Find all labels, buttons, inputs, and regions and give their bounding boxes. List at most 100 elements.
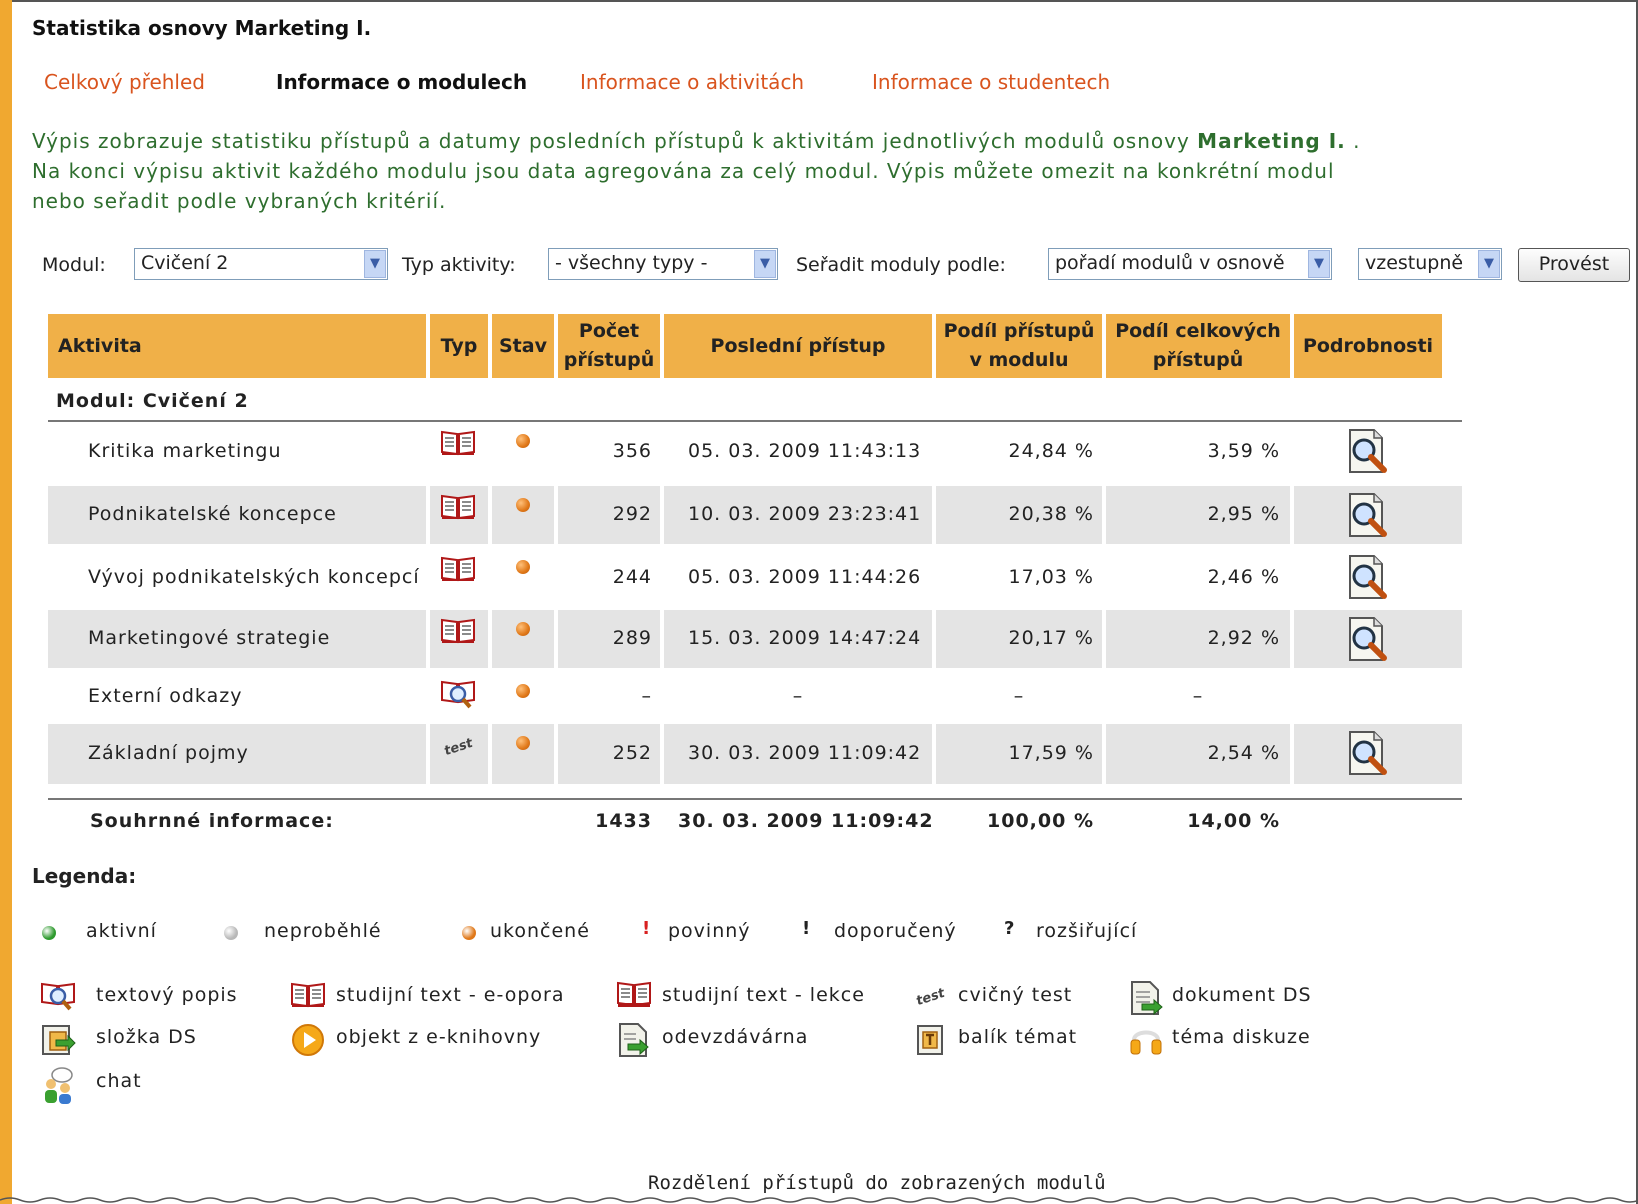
column-separator — [1102, 486, 1106, 544]
column-separator — [660, 610, 664, 668]
topics-package-icon — [912, 1022, 948, 1062]
activity-type-select[interactable]: - všechny typy - ▼ — [548, 248, 778, 280]
play-icon — [290, 1022, 326, 1062]
tab-modules[interactable]: Informace o modulech — [276, 70, 527, 94]
header-activity: Aktivita — [48, 314, 426, 378]
header-details: Podrobnosti — [1294, 314, 1442, 378]
activity-name[interactable]: Vývoj podnikatelských koncepcí — [88, 566, 420, 588]
details-icon[interactable] — [1344, 730, 1390, 780]
header-share-total-line1: Podíl celkových — [1115, 320, 1281, 342]
header-last-access: Poslední přístup — [664, 314, 932, 378]
summary-label: Souhrnné informace: — [90, 810, 334, 832]
legend-type-label: dokument DS — [1172, 984, 1312, 1006]
activity-name[interactable]: Kritika marketingu — [88, 440, 281, 462]
chevron-down-icon[interactable]: ▼ — [364, 250, 386, 278]
sort-select[interactable]: pořadí modulů v osnově ▼ — [1048, 248, 1332, 280]
activity-name[interactable]: Základní pojmy — [88, 742, 249, 764]
table-divider — [48, 798, 1462, 800]
chat-icon — [40, 1066, 76, 1110]
activity-name[interactable]: Externí odkazy — [88, 685, 242, 707]
description-line3: nebo seřadit podle vybraných kritérií. — [32, 189, 447, 213]
svg-text:test: test — [442, 736, 475, 756]
submit-icon — [616, 1022, 652, 1062]
last-access: 10. 03. 2009 23:23:41 — [688, 503, 922, 525]
module-select[interactable]: Cvičení 2 ▼ — [134, 248, 388, 280]
book-icon — [440, 492, 476, 524]
last-access: 30. 03. 2009 11:09:42 — [688, 742, 922, 764]
header-count-line2: přístupů — [563, 349, 655, 371]
table-divider — [48, 420, 1462, 422]
chevron-down-icon[interactable]: ▼ — [1308, 250, 1330, 278]
status-finished-icon — [516, 684, 530, 698]
content: Statistika osnovy Marketing I. Celkový p… — [12, 0, 1636, 1204]
share-module: 20,38 % — [1008, 503, 1094, 525]
summary-count: 1433 — [595, 810, 652, 832]
header-share-module: Podíl přístupů v modulu — [936, 314, 1102, 378]
left-accent-bar — [0, 0, 12, 1204]
header-share-module-line2: v modulu — [969, 349, 1069, 371]
svg-text:test: test — [914, 986, 947, 1006]
header-share-module-line1: Podíl přístupů — [943, 320, 1095, 342]
last-access: – — [792, 685, 804, 707]
details-icon[interactable] — [1344, 492, 1390, 542]
book-icon — [440, 554, 476, 586]
header-share-total: Podíl celkových přístupů — [1106, 314, 1290, 378]
chevron-down-icon[interactable]: ▼ — [754, 250, 776, 278]
course-name: Marketing I. — [1197, 129, 1346, 153]
column-separator — [488, 724, 492, 784]
text-description-icon — [40, 980, 76, 1016]
order-select[interactable]: vzestupně ▼ — [1358, 248, 1502, 280]
legend-type-label: složka DS — [96, 1026, 197, 1048]
details-icon[interactable] — [1344, 428, 1390, 478]
legend-title: Legenda: — [32, 864, 137, 888]
status-dot-icon — [462, 926, 476, 940]
legend-status-label: ukončené — [490, 920, 590, 942]
status-finished-icon — [516, 560, 530, 574]
chart-caption: Rozdělení přístupů do zobrazených modulů — [648, 1172, 1106, 1194]
share-module: – — [1013, 685, 1025, 707]
page-title: Statistika osnovy Marketing I. — [32, 16, 372, 40]
legend-status-label: neproběhlé — [264, 920, 382, 942]
legend-status-label: aktivní — [86, 920, 157, 942]
legend-type-label: textový popis — [96, 984, 238, 1006]
column-separator — [1290, 486, 1294, 544]
document-icon — [1128, 980, 1164, 1020]
tab-activities[interactable]: Informace o aktivitách — [580, 70, 804, 94]
column-separator — [1290, 610, 1294, 668]
legend-type-label: téma diskuze — [1172, 1026, 1311, 1048]
activity-type-label: Typ aktivity: — [402, 254, 516, 276]
column-separator — [426, 486, 430, 544]
legend-status-label: povinný — [668, 920, 751, 942]
tab-overview[interactable]: Celkový přehled — [44, 70, 205, 94]
last-access: 05. 03. 2009 11:43:13 — [688, 440, 922, 462]
status-finished-icon — [516, 622, 530, 636]
module-caption: Modul: Cvičení 2 — [56, 390, 249, 412]
column-separator — [554, 486, 558, 544]
column-separator — [426, 610, 430, 668]
legend-type-label: studijní text - lekce — [662, 984, 865, 1006]
details-icon[interactable] — [1344, 616, 1390, 666]
sort-select-value: pořadí modulů v osnově — [1055, 252, 1285, 274]
share-total: 2,95 % — [1207, 503, 1280, 525]
share-total: 2,46 % — [1207, 566, 1280, 588]
legend-type-label: odevzdávárna — [662, 1026, 809, 1048]
legend-type-label: studijní text - e-opora — [336, 984, 565, 1006]
description-line1: Výpis zobrazuje statistiku přístupů a da… — [32, 129, 1198, 153]
column-separator — [660, 486, 664, 544]
text-description-icon — [440, 678, 476, 714]
submit-button[interactable]: Provést — [1518, 248, 1630, 282]
status-dot-icon — [42, 926, 56, 940]
test-icon: test — [912, 980, 948, 1010]
header-count-line1: Počet — [578, 320, 640, 342]
activity-name[interactable]: Podnikatelské koncepce — [88, 503, 337, 525]
legend-status-label: doporučený — [834, 920, 957, 942]
access-count: 289 — [612, 627, 652, 649]
status-dot-icon — [224, 926, 238, 940]
book-icon — [440, 616, 476, 648]
header-count: Počet přístupů — [558, 314, 660, 378]
discussion-icon — [1128, 1022, 1164, 1062]
chevron-down-icon[interactable]: ▼ — [1478, 250, 1500, 278]
tab-students[interactable]: Informace o studentech — [872, 70, 1110, 94]
activity-name[interactable]: Marketingové strategie — [88, 627, 330, 649]
details-icon[interactable] — [1344, 554, 1390, 604]
